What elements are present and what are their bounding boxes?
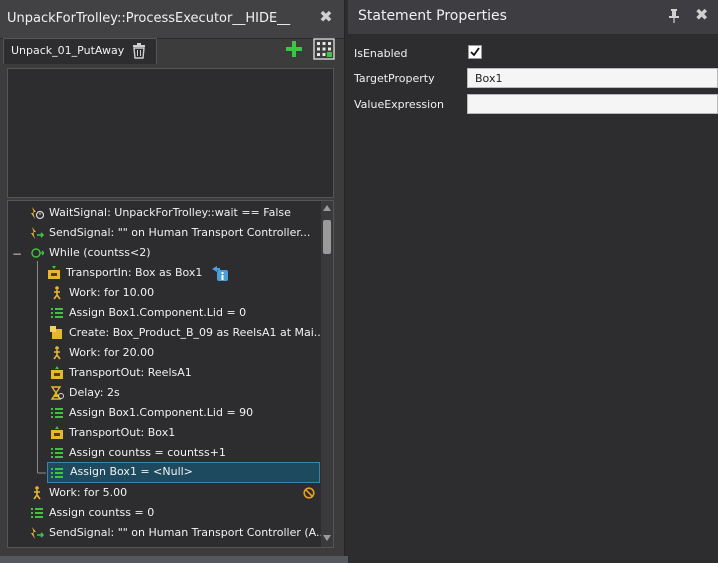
assign-icon — [51, 448, 63, 458]
tree-row-delay[interactable]: Delay: 2s — [50, 383, 120, 403]
panel-title: UnpackForTrolley::ProcessExecutor__HIDE_… — [7, 11, 291, 26]
tab-bar: Unpack_01_PutAway — [0, 38, 344, 64]
tree-row-send-signal[interactable]: SendSignal: "" on Human Transport Contro… — [30, 523, 327, 543]
tree-scrollbar[interactable] — [321, 201, 333, 547]
tree-row-transport-out[interactable]: TransportOut: Box1 — [50, 423, 175, 443]
tree-row-label: Work: for 20.00 — [69, 346, 155, 359]
tree-row-assign-selected[interactable]: Assign Box1 = <Null> — [47, 462, 320, 483]
scroll-up-arrow-icon[interactable] — [323, 205, 331, 211]
process-executor-titlebar[interactable]: UnpackForTrolley::ProcessExecutor__HIDE_… — [0, 0, 344, 39]
tree-row-work[interactable]: Work: for 5.00 — [30, 483, 320, 503]
work-icon — [33, 486, 41, 500]
tree-row-label: TransportOut: ReelsA1 — [69, 366, 192, 379]
tree-row-create[interactable]: Create: Box_Product_B_09 as ReelsA1 at M… — [50, 323, 324, 343]
tree-row-assign[interactable]: Assign countss = 0 — [30, 503, 154, 523]
panel-title: Statement Properties — [358, 8, 507, 24]
disabled-icon — [303, 487, 315, 499]
send-signal-icon — [31, 527, 44, 539]
pin-icon[interactable] — [668, 9, 680, 23]
tree-row-wait-signal[interactable]: WaitSignal: UnpackForTrolley::wait == Fa… — [30, 203, 291, 223]
tree-row-label: Assign Box1.Component.Lid = 0 — [69, 306, 247, 319]
trash-icon[interactable] — [132, 43, 146, 59]
scroll-thumb[interactable] — [323, 220, 331, 254]
tree-row-label: Assign countss = 0 — [49, 506, 155, 519]
tree-row-label: While (countss<2) — [49, 246, 151, 259]
statement-tree[interactable]: WaitSignal: UnpackForTrolley::wait == Fa… — [7, 200, 334, 548]
tree-row-label: SendSignal: "" on Human Transport Contro… — [49, 526, 327, 539]
assign-icon — [51, 308, 63, 318]
wait-signal-icon — [31, 207, 44, 220]
tree-row-label: Work: for 5.00 — [49, 486, 128, 499]
tree-row-work[interactable]: Work: for 20.00 — [50, 343, 154, 363]
statement-properties-panel: Statement Properties ✖ IsEnabled TargetP… — [348, 0, 718, 563]
work-icon — [53, 286, 61, 300]
tree-row-label: Assign Box1.Component.Lid = 90 — [69, 406, 254, 419]
tab-label: Unpack_01_PutAway — [11, 44, 125, 57]
property-name: IsEnabled — [354, 47, 408, 60]
add-statement-icon[interactable] — [285, 40, 303, 58]
tree-row-label: SendSignal: "" on Human Transport Contro… — [49, 226, 311, 239]
tree-row-label: Create: Box_Product_B_09 as ReelsA1 at M… — [69, 326, 325, 339]
statement-properties-titlebar[interactable]: Statement Properties ✖ — [348, 0, 718, 34]
tree-row-label: TransportOut: Box1 — [69, 426, 176, 439]
tree-row-label: Assign Box1 = <Null> — [70, 465, 193, 478]
close-icon[interactable]: ✖ — [318, 9, 334, 25]
assign-icon — [51, 408, 63, 418]
targetproperty-input[interactable]: Box1 — [467, 68, 718, 88]
delay-icon — [50, 386, 64, 400]
tree-row-label: WaitSignal: UnpackForTrolley::wait == Fa… — [49, 206, 291, 219]
close-icon[interactable]: ✖ — [695, 7, 708, 23]
tree-row-transport-out[interactable]: TransportOut: ReelsA1 — [50, 363, 192, 383]
valueexpression-input[interactable] — [467, 94, 718, 114]
tree-row-work[interactable]: Work: for 10.00 — [50, 283, 154, 303]
info-badge-icon — [212, 266, 228, 281]
tree-row-send-signal[interactable]: SendSignal: "" on Human Transport Contro… — [30, 223, 310, 243]
assign-icon — [31, 508, 43, 518]
property-row-isenabled: IsEnabled — [348, 43, 718, 65]
transport-out-icon — [51, 426, 63, 439]
tree-row-label: Delay: 2s — [69, 386, 120, 399]
while-loop-icon — [31, 248, 44, 258]
assign-icon — [51, 468, 63, 478]
checkmark-icon — [470, 47, 480, 57]
statement-canvas-pane[interactable] — [7, 68, 334, 198]
property-row-valueexpression: ValueExpression — [348, 94, 718, 116]
transport-in-icon — [48, 266, 60, 279]
isenabled-checkbox[interactable] — [468, 45, 482, 59]
tree-row-transport-in[interactable]: TransportIn: Box as Box1 — [47, 263, 228, 283]
transport-out-icon — [51, 366, 63, 379]
tree-row-label: Assign countss = countss+1 — [69, 446, 226, 459]
statement-grid-icon[interactable] — [313, 38, 335, 60]
tree-row-while[interactable]: While (countss<2) — [30, 243, 151, 263]
create-icon — [50, 326, 62, 339]
tree-row-assign[interactable]: Assign countss = countss+1 — [50, 443, 226, 463]
process-executor-panel: UnpackForTrolley::ProcessExecutor__HIDE_… — [0, 0, 345, 556]
work-icon — [53, 346, 61, 360]
property-name: TargetProperty — [354, 72, 435, 85]
scroll-down-arrow-icon[interactable] — [323, 535, 331, 541]
tree-row-label: Work: for 10.00 — [69, 286, 155, 299]
send-signal-icon — [31, 227, 44, 239]
tab-unpack-01-putaway[interactable]: Unpack_01_PutAway — [3, 38, 157, 64]
tree-row-assign[interactable]: Assign Box1.Component.Lid = 0 — [50, 303, 246, 323]
tree-row-label: TransportIn: Box as Box1 — [66, 266, 203, 279]
tree-row-assign[interactable]: Assign Box1.Component.Lid = 90 — [50, 403, 253, 423]
property-row-targetproperty: TargetProperty Box1 — [348, 68, 718, 90]
collapse-toggle-icon[interactable]: − — [12, 247, 22, 261]
property-name: ValueExpression — [354, 98, 444, 111]
